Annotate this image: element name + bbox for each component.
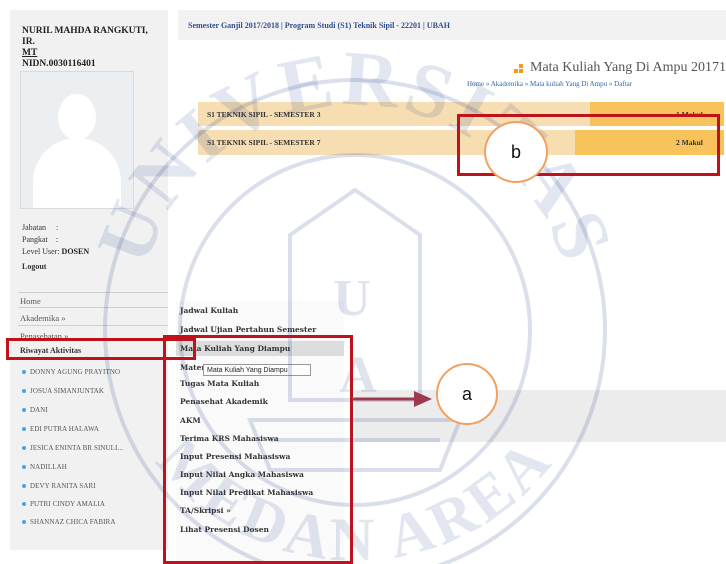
- title-dots-icon: [514, 64, 523, 73]
- semester-info[interactable]: Semester Ganjil 2017/2018 | Program Stud…: [188, 21, 450, 30]
- dropdown-item-jadwal-ujian[interactable]: Jadwal Ujian Pertahun Semester: [180, 325, 316, 334]
- dropdown-item-jadwal-kuliah[interactable]: Jadwal Kuliah: [180, 306, 238, 315]
- logout-link[interactable]: Logout: [22, 262, 46, 271]
- user-name-block: NURIL MAHDA RANGKUTI, IR. MT NIDN.003011…: [22, 26, 162, 70]
- student-item[interactable]: DEVY RANITA SARI: [22, 482, 96, 490]
- jabatan-sep: :: [56, 223, 59, 232]
- user-name-line1: NURIL MAHDA RANGKUTI, IR.: [22, 26, 148, 47]
- pangkat-label: Pangkat: [22, 235, 48, 244]
- student-item[interactable]: PUTRI CINDY AMALIA: [21, 500, 105, 508]
- semester-label: S1 TEKNIK SIPIL - SEMESTER 3: [207, 110, 321, 119]
- level-user-value: DOSEN: [61, 247, 90, 256]
- pangkat-row: Pangkat :: [22, 234, 58, 246]
- annotation-circle-a: a: [436, 363, 498, 425]
- menu-divider: [18, 292, 168, 293]
- pangkat-sep: :: [55, 235, 59, 244]
- menu-home[interactable]: Home: [20, 296, 41, 306]
- user-name-line2: MT: [22, 48, 38, 58]
- level-user-row: Level User: DOSEN: [22, 246, 89, 258]
- menu-divider: [18, 325, 168, 326]
- student-item[interactable]: DANI: [22, 406, 48, 414]
- student-item[interactable]: JOSUA SIMANJUNTAK: [21, 387, 104, 395]
- menu-akademika[interactable]: Akademika »: [20, 313, 66, 323]
- jabatan-row: Jabatan :: [22, 222, 58, 234]
- profile-photo: [20, 71, 134, 209]
- jabatan-label: Jabatan: [22, 223, 46, 232]
- avatar-body-icon: [33, 138, 121, 208]
- avatar-head-icon: [58, 94, 96, 140]
- user-nidn: NIDN.0030116401: [22, 59, 96, 69]
- student-item[interactable]: JESICA ENINTA BR SINULI...: [21, 444, 123, 452]
- annotation-circle-b: b: [484, 121, 548, 183]
- annotation-arrow-icon: [352, 391, 432, 407]
- menu-divider: [18, 307, 168, 308]
- student-item[interactable]: NADILLAH: [22, 463, 67, 471]
- student-item[interactable]: EDI PUTRA HALAWA: [21, 425, 99, 433]
- breadcrumb[interactable]: Home » Akademika » Mata kuliah Yang Di A…: [467, 80, 632, 88]
- student-item[interactable]: SHANNAZ CHICA FABIRA: [22, 518, 116, 526]
- page-title: Mata Kuliah Yang Di Ampu 20171: [530, 60, 726, 75]
- student-item[interactable]: DONNY AGUNG PRAYITNO: [21, 368, 120, 376]
- level-user-label: Level User:: [22, 247, 60, 256]
- annotation-box-a: [163, 335, 353, 564]
- semester-label: S1 TEKNIK SIPIL - SEMESTER 7: [207, 138, 321, 147]
